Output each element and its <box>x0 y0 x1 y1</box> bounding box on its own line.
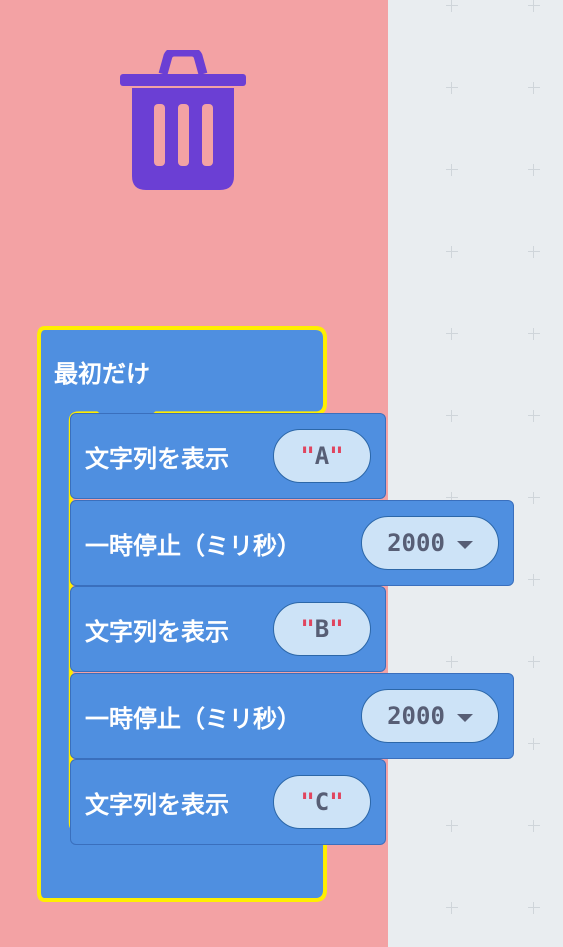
dropdown-arrow-icon <box>456 714 473 722</box>
grid-mark <box>528 164 540 176</box>
grid-mark <box>446 656 458 668</box>
grid-mark <box>528 246 540 258</box>
string-value-input[interactable]: " A " <box>273 429 371 483</box>
grid-mark <box>528 328 540 340</box>
pause-block-1[interactable]: 一時停止（ミリ秒） 2000 <box>70 500 514 586</box>
grid-mark <box>528 574 540 586</box>
on-start-label: 最初だけ <box>54 360 150 388</box>
string-value-input[interactable]: " B " <box>273 602 371 656</box>
grid-mark <box>446 328 458 340</box>
grid-mark <box>446 82 458 94</box>
grid-mark <box>446 246 458 258</box>
show-string-label: 文字列を表示 <box>85 790 229 819</box>
pause-label: 一時停止（ミリ秒） <box>85 704 301 733</box>
dropdown-arrow-icon <box>456 541 473 549</box>
pause-value: 2000 <box>387 529 445 557</box>
string-value: C <box>314 788 330 816</box>
string-value: A <box>314 442 330 470</box>
show-string-label: 文字列を表示 <box>85 617 229 646</box>
show-string-block-c[interactable]: 文字列を表示 " C " <box>70 759 386 845</box>
grid-mark <box>528 82 540 94</box>
grid-mark <box>446 164 458 176</box>
show-string-block-b[interactable]: 文字列を表示 " B " <box>70 586 386 672</box>
string-value: B <box>314 615 330 643</box>
pause-label: 一時停止（ミリ秒） <box>85 531 301 560</box>
trash-icon <box>118 47 248 192</box>
grid-mark <box>446 0 458 12</box>
pause-value-dropdown[interactable]: 2000 <box>361 516 499 570</box>
grid-mark <box>528 902 540 914</box>
grid-mark <box>528 492 540 504</box>
grid-mark <box>528 0 540 12</box>
grid-mark <box>446 902 458 914</box>
grid-mark <box>446 820 458 832</box>
workspace[interactable] <box>388 0 563 947</box>
grid-mark <box>528 656 540 668</box>
grid-mark <box>528 738 540 750</box>
show-string-block-a[interactable]: 文字列を表示 " A " <box>70 413 386 499</box>
pause-block-2[interactable]: 一時停止（ミリ秒） 2000 <box>70 673 514 759</box>
grid-mark <box>446 410 458 422</box>
string-value-input[interactable]: " C " <box>273 775 371 829</box>
show-string-label: 文字列を表示 <box>85 444 229 473</box>
grid-mark <box>528 820 540 832</box>
pause-value: 2000 <box>387 702 445 730</box>
pause-value-dropdown[interactable]: 2000 <box>361 689 499 743</box>
grid-mark <box>528 410 540 422</box>
